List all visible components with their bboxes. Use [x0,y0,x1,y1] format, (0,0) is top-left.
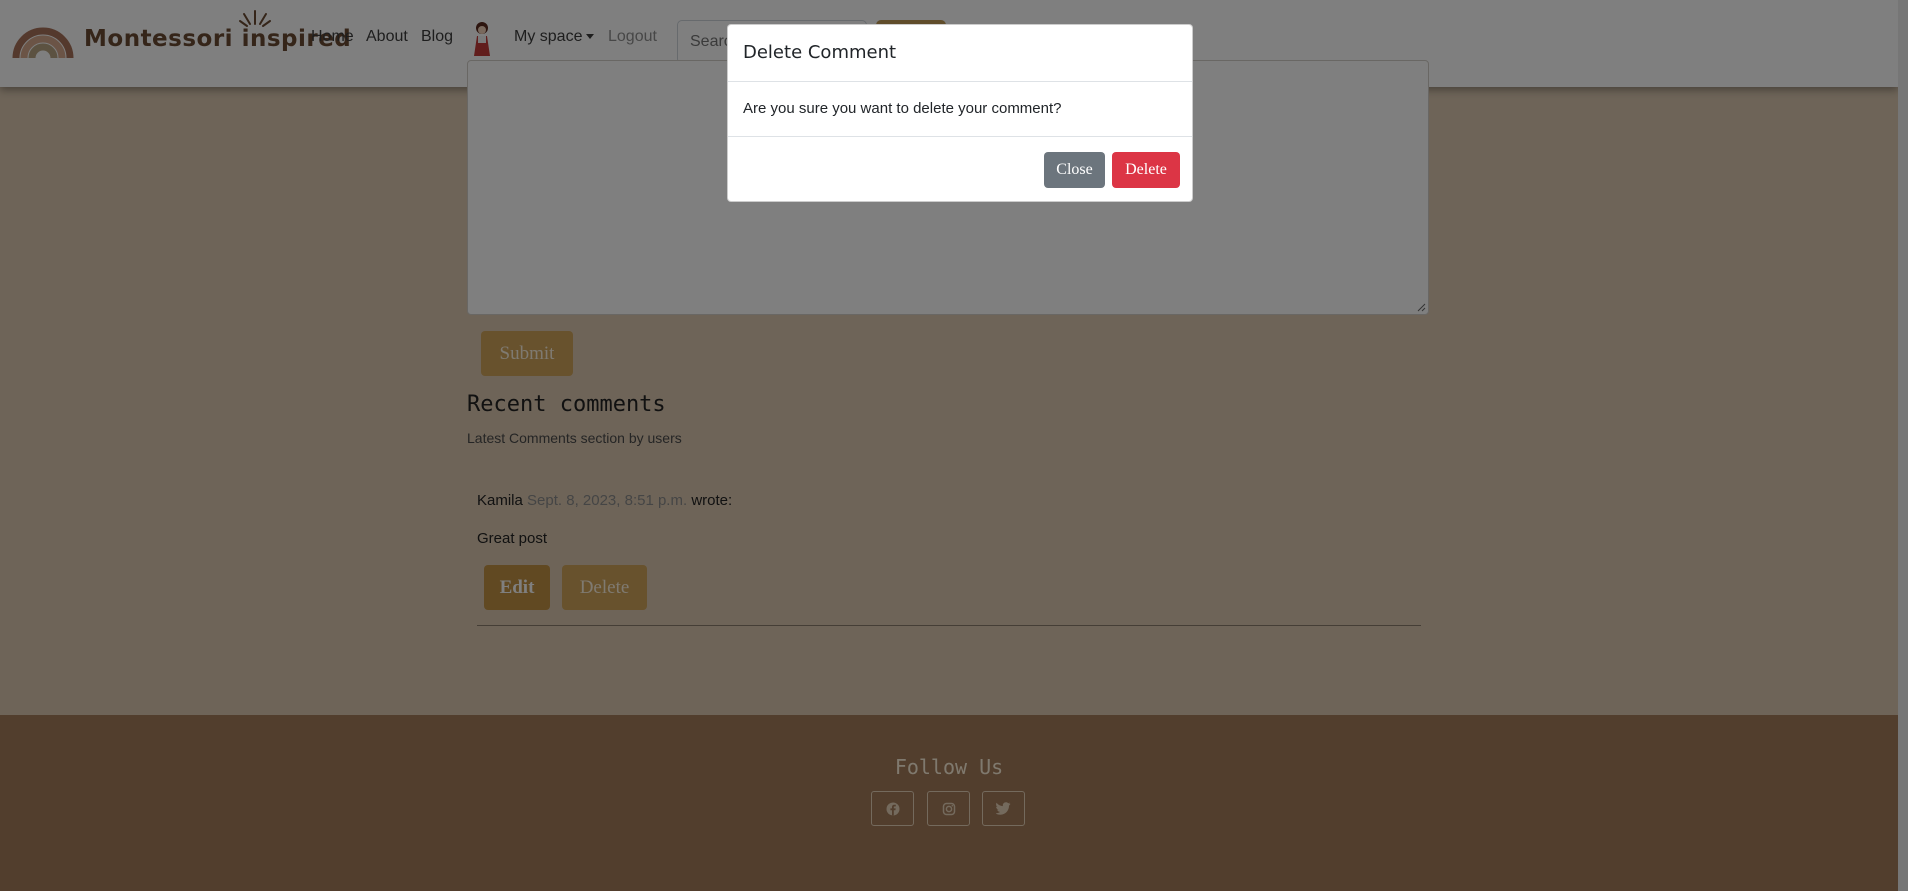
delete-comment-modal: Delete Comment Are you sure you want to … [727,24,1193,202]
modal-message: Are you sure you want to delete your com… [728,82,1192,137]
confirm-delete-button[interactable]: Delete [1112,152,1180,188]
close-button[interactable]: Close [1044,152,1105,188]
modal-header: Delete Comment [728,25,1192,82]
modal-footer: Close Delete [728,137,1192,201]
modal-title: Delete Comment [743,42,897,63]
